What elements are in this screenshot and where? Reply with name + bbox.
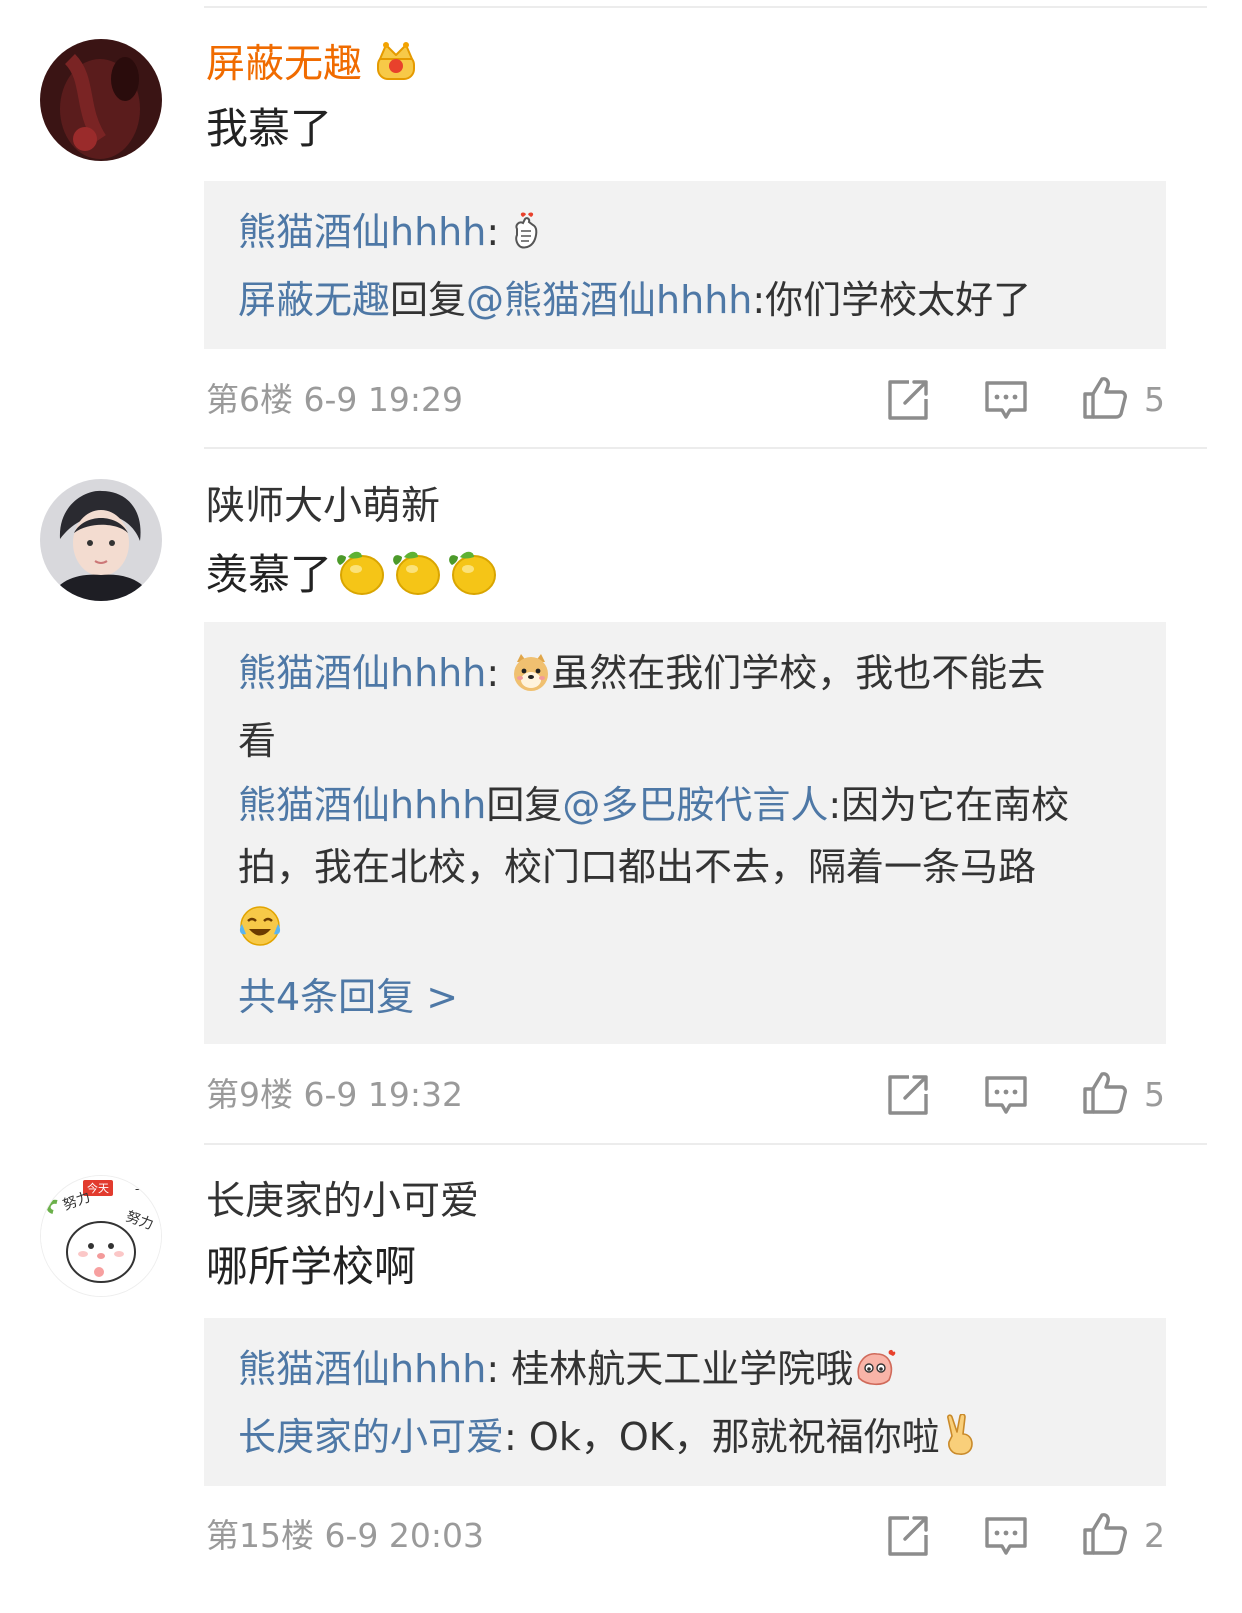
more-replies-link[interactable]: 共4条回复 >: [238, 972, 458, 1022]
share-icon[interactable]: [885, 1513, 931, 1559]
reply-username[interactable]: 熊猫酒仙hhhh: [238, 210, 486, 254]
avatar[interactable]: [40, 479, 162, 601]
reply-line[interactable]: 长庚家的小可爱: Ok，OK，那就祝福你啦: [238, 1406, 1126, 1474]
comment-time: 6-9 20:03: [324, 1516, 485, 1555]
comment-meta: 第15楼 6-9 20:03: [206, 1514, 484, 1558]
reply-box[interactable]: 熊猫酒仙hhhh: 桂林航天工业学院哦 长庚家的小可爱: Ok，OK，那就祝福你…: [204, 1318, 1166, 1486]
comment-icon[interactable]: [983, 377, 1029, 423]
like-count: 5: [1144, 1075, 1165, 1114]
username[interactable]: 长庚家的小可爱: [206, 1177, 479, 1227]
floor-number: 第15楼: [206, 1516, 314, 1555]
doge-icon: [511, 648, 551, 710]
reply-username[interactable]: 屏蔽无趣: [238, 278, 390, 322]
laugh-cry-icon: [238, 904, 282, 966]
reply-box[interactable]: 熊猫酒仙hhhh: 虽然在我们学校，我也不能去 看 熊猫酒仙hhhh回复@多巴胺…: [204, 622, 1166, 1044]
reply-username[interactable]: 熊猫酒仙hhhh: [238, 651, 486, 695]
divider: [204, 447, 1207, 449]
comment-icon[interactable]: [983, 1072, 1029, 1118]
comment-icon[interactable]: [983, 1513, 1029, 1559]
comment-text: 我慕了: [206, 104, 333, 153]
like-count: 2: [1144, 1516, 1165, 1555]
lemon-icon: [332, 543, 388, 599]
mention-link[interactable]: @多巴胺代言人: [562, 783, 828, 827]
avatar-words-top: 一定: [135, 1182, 159, 1197]
crown-icon: [374, 41, 418, 96]
avatar[interactable]: [40, 39, 162, 161]
comment-time: 6-9 19:32: [303, 1075, 464, 1114]
comment-meta: 第9楼 6-9 19:32: [206, 1073, 463, 1117]
divider: [204, 1143, 1207, 1145]
username[interactable]: 陕师大小萌新: [206, 482, 440, 532]
like-icon[interactable]: [1081, 375, 1127, 421]
reply-line[interactable]: 熊猫酒仙hhhh:: [238, 201, 1126, 269]
avatar[interactable]: 今天 一定 努力 努力: [40, 1175, 162, 1297]
like-count: 5: [1144, 380, 1165, 419]
reply-line[interactable]: 熊猫酒仙hhhh: 虽然在我们学校，我也不能去 看: [238, 642, 1126, 772]
comment-text: 哪所学校啊: [206, 1242, 417, 1291]
reply-username[interactable]: 长庚家的小可爱: [238, 1415, 504, 1459]
like-icon[interactable]: [1081, 1511, 1127, 1557]
lemon-icon: [444, 543, 500, 599]
avatar-tag-text: 今天: [87, 1181, 109, 1195]
reply-line[interactable]: 熊猫酒仙hhhh: 桂林航天工业学院哦: [238, 1338, 1126, 1406]
reply-box[interactable]: 熊猫酒仙hhhh: 屏蔽无趣回复@熊猫酒仙hhhh:你们学校太好了: [204, 181, 1166, 349]
reply-line[interactable]: 屏蔽无趣回复@熊猫酒仙hhhh:你们学校太好了: [238, 269, 1126, 331]
top-divider: [204, 6, 1207, 8]
finger-heart-icon: [511, 207, 543, 269]
reply-line[interactable]: 熊猫酒仙hhhh回复@多巴胺代言人:因为它在南校 拍，我在北校，校门口都出不去，…: [238, 774, 1126, 966]
like-icon[interactable]: [1081, 1070, 1127, 1116]
comment-meta: 第6楼 6-9 19:29: [206, 378, 463, 422]
share-icon[interactable]: [885, 1072, 931, 1118]
floor-number: 第6楼: [206, 380, 293, 419]
share-icon[interactable]: [885, 377, 931, 423]
cute-blush-icon: [853, 1344, 897, 1406]
mention-link[interactable]: @熊猫酒仙hhhh: [466, 278, 752, 322]
username[interactable]: 屏蔽无趣: [206, 40, 418, 96]
reply-username[interactable]: 熊猫酒仙hhhh: [238, 1347, 486, 1391]
floor-number: 第9楼: [206, 1075, 293, 1114]
victory-hand-icon: [940, 1412, 980, 1474]
comment-time: 6-9 19:29: [303, 380, 464, 419]
reply-username[interactable]: 熊猫酒仙hhhh: [238, 783, 486, 827]
comment-text: 羡慕了: [206, 543, 500, 602]
lemon-icon: [388, 543, 444, 599]
